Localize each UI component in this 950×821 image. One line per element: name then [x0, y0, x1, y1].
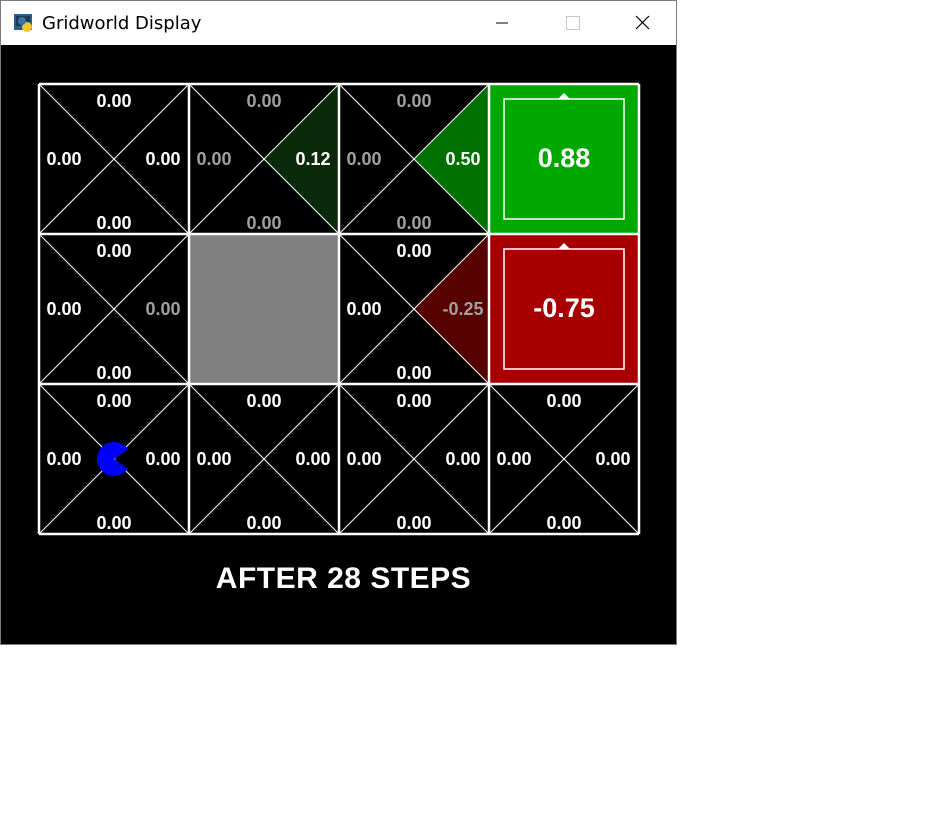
q-west-value: 0.00 — [46, 299, 81, 319]
minimize-icon — [496, 22, 508, 24]
q-north-value: 0.00 — [246, 91, 281, 111]
q-south-value: 0.00 — [246, 213, 281, 233]
q-south-value: 0.00 — [396, 213, 431, 233]
q-east-value: 0.50 — [445, 149, 480, 169]
q-south-value: 0.00 — [546, 513, 581, 533]
gridworld-canvas: 0.00 0.00 0.00 0.00 0.00 0.00 0.00 0.12 0.00 0.00… — [1, 45, 676, 644]
q-west-value: 0.00 — [46, 149, 81, 169]
q-north-value: 0.00 — [396, 241, 431, 261]
gridworld-window: Gridworld Display 0.00 0.00 0.00 0.00 0.00 0.… — [0, 0, 677, 645]
q-east-value: -0.25 — [442, 299, 483, 319]
q-north-value: 0.00 — [96, 241, 131, 261]
q-north-value: 0.00 — [96, 91, 131, 111]
terminal-value: 0.88 — [538, 143, 591, 173]
q-north-value: 0.00 — [396, 391, 431, 411]
q-north-value: 0.00 — [546, 391, 581, 411]
window-title: Gridworld Display — [42, 13, 202, 34]
q-east-value: 0.12 — [295, 149, 330, 169]
q-west-value: 0.00 — [196, 149, 231, 169]
q-south-value: 0.00 — [96, 213, 131, 233]
status-text: AFTER 28 STEPS — [215, 562, 472, 595]
minimize-button[interactable] — [467, 1, 537, 45]
q-east-value: 0.00 — [595, 449, 630, 469]
close-icon — [635, 15, 650, 30]
q-south-value: 0.00 — [246, 513, 281, 533]
q-west-value: 0.00 — [196, 449, 231, 469]
q-west-value: 0.00 — [346, 149, 381, 169]
terminal-value: -0.75 — [533, 293, 595, 323]
q-south-value: 0.00 — [396, 363, 431, 383]
q-north-value: 0.00 — [96, 391, 131, 411]
q-south-value: 0.00 — [96, 363, 131, 383]
python-app-icon — [14, 14, 32, 32]
q-east-value: 0.00 — [145, 449, 180, 469]
q-south-value: 0.00 — [96, 513, 131, 533]
maximize-button[interactable] — [537, 1, 607, 45]
q-west-value: 0.00 — [346, 449, 381, 469]
wall-cell — [189, 234, 339, 384]
q-east-value: 0.00 — [145, 299, 180, 319]
gridworld-grid: 0.00 0.00 0.00 0.00 0.00 0.00 0.00 0.12 0.00 0.00… — [37, 82, 641, 536]
q-north-value: 0.00 — [396, 91, 431, 111]
q-east-value: 0.00 — [145, 149, 180, 169]
maximize-icon — [566, 16, 580, 30]
q-south-value: 0.00 — [396, 513, 431, 533]
q-east-value: 0.00 — [445, 449, 480, 469]
q-west-value: 0.00 — [46, 449, 81, 469]
q-west-value: 0.00 — [496, 449, 531, 469]
title-bar[interactable]: Gridworld Display — [1, 1, 676, 45]
q-north-value: 0.00 — [246, 391, 281, 411]
q-east-value: 0.00 — [295, 449, 330, 469]
close-button[interactable] — [607, 1, 677, 45]
q-west-value: 0.00 — [346, 299, 381, 319]
